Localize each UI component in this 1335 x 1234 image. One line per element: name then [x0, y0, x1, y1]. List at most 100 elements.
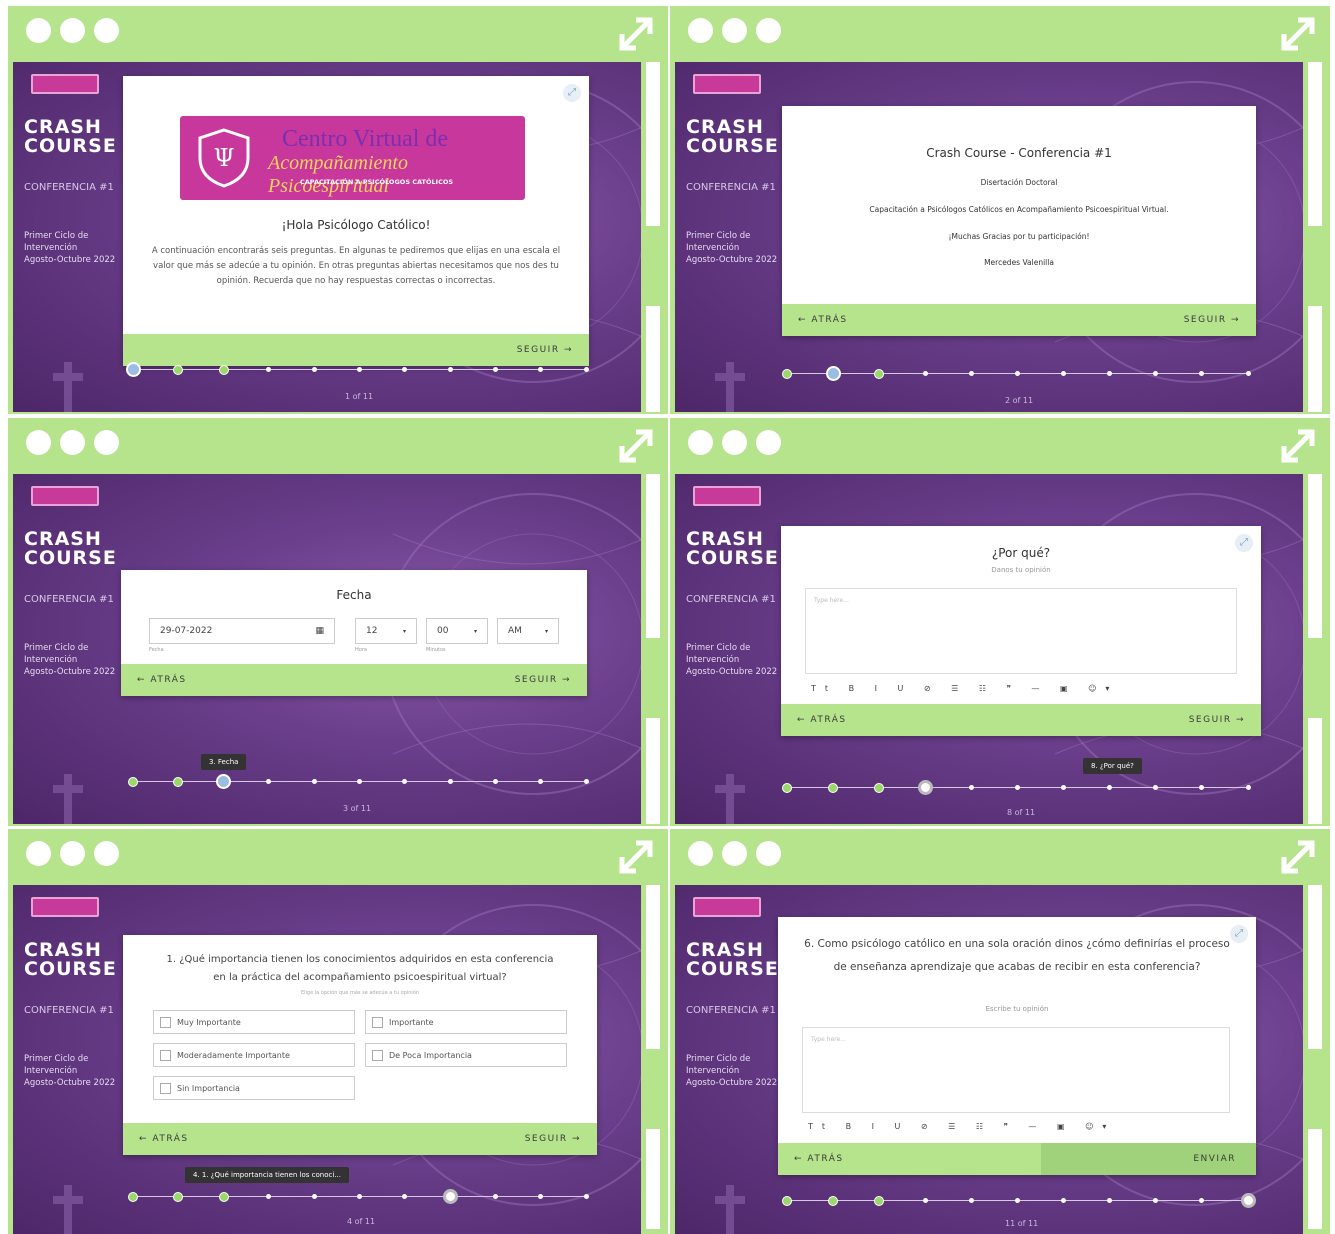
progress-step-dot[interactable] — [218, 365, 229, 375]
minimize-icon[interactable]: ⤢ — [563, 84, 581, 102]
expand-icon[interactable] — [1280, 428, 1316, 464]
progress-step-dot[interactable] — [968, 371, 974, 376]
window-dot-icon[interactable] — [688, 430, 713, 455]
back-button[interactable]: ← ATRÁS — [794, 1154, 844, 1164]
progress-step-dot[interactable] — [825, 366, 841, 381]
progress-step-dot[interactable] — [128, 1192, 138, 1202]
progress-step-dot[interactable] — [1061, 785, 1067, 790]
progress-step-dot[interactable] — [311, 779, 317, 784]
progress-step-dot[interactable] — [1107, 371, 1113, 376]
progress-step-dot[interactable] — [1153, 371, 1159, 376]
back-button[interactable]: ← ATRÁS — [798, 315, 848, 325]
progress-step-dot[interactable] — [216, 774, 232, 789]
progress-step-dot[interactable] — [357, 367, 362, 372]
progress-step-dot[interactable] — [828, 783, 839, 793]
progress-step-dot[interactable] — [492, 779, 498, 784]
minimize-icon[interactable]: ⤢ — [1230, 925, 1248, 943]
send-button[interactable]: ENVIAR — [1040, 1143, 1256, 1175]
progress-step-dot[interactable] — [874, 1196, 885, 1206]
rich-text-toolbar[interactable]: Tt B I U ⊘ ☰ ☷ ❞ — ▣ ☺▾ — [808, 1122, 1115, 1131]
progress-step-dot[interactable] — [874, 783, 885, 793]
next-button[interactable]: SEGUIR → — [515, 675, 571, 685]
final-textarea[interactable]: Type here... — [802, 1027, 1230, 1113]
back-button[interactable]: ← ATRÁS — [139, 1134, 189, 1144]
progress-step-dot[interactable] — [357, 779, 362, 784]
expand-icon[interactable] — [618, 839, 654, 875]
expand-icon[interactable] — [1280, 16, 1316, 52]
progress-step-dot[interactable] — [1015, 1198, 1020, 1203]
progress-step-dot[interactable] — [492, 367, 498, 372]
window-dot-icon[interactable] — [756, 841, 781, 866]
hour-select[interactable]: 12 ▾ — [355, 618, 417, 644]
checkbox-icon[interactable] — [160, 1016, 171, 1028]
option-moderadamente[interactable]: Moderadamente Importante — [153, 1043, 355, 1067]
progress-step-dot[interactable] — [1245, 785, 1251, 790]
expand-icon[interactable] — [1280, 839, 1316, 875]
progress-step-dot[interactable] — [447, 367, 453, 372]
progress-step-dot[interactable] — [968, 785, 974, 790]
progress-step-dot[interactable] — [311, 367, 317, 372]
progress-step-dot[interactable] — [917, 780, 933, 795]
progress-step-dot[interactable] — [173, 365, 184, 375]
checkbox-icon[interactable] — [372, 1016, 383, 1028]
progress-step-dot[interactable] — [1061, 371, 1067, 376]
option-muy-importante[interactable]: Muy Importante — [153, 1010, 355, 1034]
progress-step-dot[interactable] — [828, 1196, 839, 1206]
window-dot-icon[interactable] — [60, 841, 85, 866]
window-dot-icon[interactable] — [94, 430, 119, 455]
minute-select[interactable]: 00 ▾ — [426, 618, 488, 644]
next-button[interactable]: SEGUIR → — [1189, 715, 1245, 725]
progress-step-dot[interactable] — [492, 1194, 498, 1199]
back-button[interactable]: ← ATRÁS — [797, 715, 847, 725]
progress-step-dot[interactable] — [266, 779, 272, 784]
progress-step-dot[interactable] — [1015, 785, 1020, 790]
progress-step-dot[interactable] — [266, 1194, 272, 1199]
progress-step-dot[interactable] — [1015, 371, 1020, 376]
back-button[interactable]: ← ATRÁS — [137, 675, 187, 685]
progress-step-dot[interactable] — [874, 369, 885, 379]
progress-step-dot[interactable] — [125, 362, 141, 377]
window-dot-icon[interactable] — [756, 18, 781, 43]
window-dot-icon[interactable] — [26, 841, 51, 866]
ampm-select[interactable]: AM ▾ — [497, 618, 559, 644]
window-dot-icon[interactable] — [688, 841, 713, 866]
progress-step-dot[interactable] — [782, 369, 792, 379]
progress-step-dot[interactable] — [538, 779, 544, 784]
progress-step-dot[interactable] — [266, 367, 272, 372]
progress-step-dot[interactable] — [782, 783, 792, 793]
progress-step-dot[interactable] — [1061, 1198, 1067, 1203]
window-dot-icon[interactable] — [26, 430, 51, 455]
progress-step-dot[interactable] — [968, 1198, 974, 1203]
progress-step-dot[interactable] — [1245, 371, 1251, 376]
next-button[interactable]: SEGUIR → — [517, 345, 573, 355]
progress-step-dot[interactable] — [402, 367, 408, 372]
progress-step-dot[interactable] — [583, 367, 589, 372]
progress-step-dot[interactable] — [1153, 785, 1159, 790]
window-dot-icon[interactable] — [60, 18, 85, 43]
checkbox-icon[interactable] — [160, 1049, 171, 1061]
next-button[interactable]: SEGUIR → — [525, 1134, 581, 1144]
option-sin-importancia[interactable]: Sin Importancia — [153, 1076, 355, 1100]
progress-step-dot[interactable] — [128, 777, 138, 787]
progress-step-dot[interactable] — [1199, 1198, 1205, 1203]
window-dot-icon[interactable] — [722, 841, 747, 866]
progress-step-dot[interactable] — [782, 1196, 792, 1206]
progress-step-dot[interactable] — [357, 1194, 362, 1199]
progress-step-dot[interactable] — [1199, 785, 1205, 790]
progress-step-dot[interactable] — [1240, 1193, 1256, 1208]
expand-icon[interactable] — [618, 428, 654, 464]
window-dot-icon[interactable] — [60, 430, 85, 455]
window-dot-icon[interactable] — [26, 18, 51, 43]
progress-step-dot[interactable] — [538, 367, 544, 372]
progress-step-dot[interactable] — [402, 1194, 408, 1199]
window-dot-icon[interactable] — [756, 430, 781, 455]
next-button[interactable]: SEGUIR → — [1184, 315, 1240, 325]
progress-step-dot[interactable] — [922, 371, 928, 376]
rich-text-toolbar[interactable]: Tt B I U ⊘ ☰ ☷ ❞ — ▣ ☺▾ — [811, 684, 1118, 693]
progress-step-dot[interactable] — [1153, 1198, 1159, 1203]
progress-step-dot[interactable] — [311, 1194, 317, 1199]
option-importante[interactable]: Importante — [365, 1010, 567, 1034]
progress-step-dot[interactable] — [1107, 785, 1113, 790]
progress-step-dot[interactable] — [1107, 1198, 1113, 1203]
checkbox-icon[interactable] — [160, 1082, 171, 1094]
